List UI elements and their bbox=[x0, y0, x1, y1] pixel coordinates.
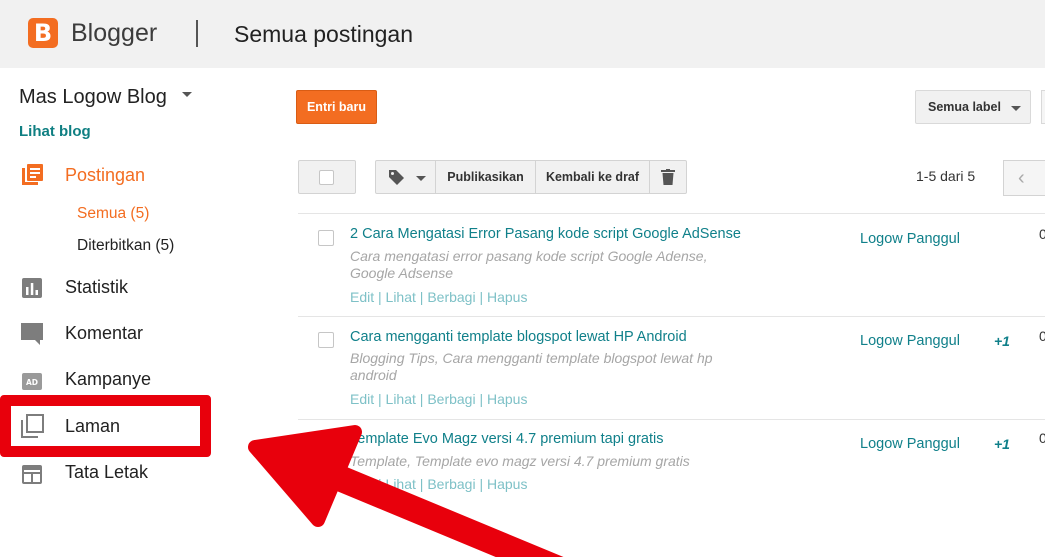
sidebar-item-tata-letak[interactable]: Tata Letak bbox=[65, 462, 148, 483]
post-author[interactable]: Logow Panggul bbox=[860, 333, 960, 349]
ad-icon: AD bbox=[22, 373, 42, 390]
post-labels[interactable]: Blogging Tips, Cara mengganti template b… bbox=[350, 350, 740, 384]
row-divider bbox=[298, 316, 1045, 317]
post-checkbox[interactable] bbox=[318, 230, 334, 246]
post-comment-count: 0 bbox=[1039, 328, 1045, 344]
sidebar-item-statistik[interactable]: Statistik bbox=[65, 277, 128, 298]
post-plus-count: +1 bbox=[994, 436, 1010, 452]
new-post-button[interactable]: Entri baru bbox=[296, 90, 377, 124]
comment-icon bbox=[21, 323, 43, 345]
post-author[interactable]: Logow Panggul bbox=[860, 231, 960, 247]
sidebar-item-kampanye[interactable]: Kampanye bbox=[65, 369, 151, 390]
pagination-text: 1-5 dari 5 bbox=[916, 168, 976, 184]
post-checkbox[interactable] bbox=[318, 435, 334, 451]
post-comment-count: 0 bbox=[1039, 226, 1045, 242]
post-author[interactable]: Logow Panggul bbox=[860, 436, 960, 452]
trash-icon bbox=[661, 169, 675, 185]
bulk-actions-group: Publikasikan Kembali ke draf bbox=[375, 160, 687, 194]
layout-icon bbox=[22, 465, 42, 484]
stats-icon bbox=[22, 278, 42, 298]
tag-icon bbox=[389, 170, 404, 185]
header-divider bbox=[196, 20, 198, 47]
post-title[interactable]: Template Evo Magz versi 4.7 premium tapi… bbox=[350, 431, 664, 447]
post-plus-count: +1 bbox=[994, 333, 1010, 349]
select-all-checkbox[interactable] bbox=[298, 160, 356, 194]
sidebar-subitem-all[interactable]: Semua (5) bbox=[77, 205, 149, 223]
label-filter-dropdown[interactable]: Semua label bbox=[915, 90, 1031, 124]
post-labels[interactable]: Cara mengatasi error pasang kode script … bbox=[350, 248, 740, 282]
revert-to-draft-button[interactable]: Kembali ke draf bbox=[536, 161, 650, 193]
svg-text:AD: AD bbox=[26, 378, 38, 387]
label-filter-text: Semua label bbox=[928, 100, 1001, 114]
top-header: B Blogger Semua postingan bbox=[0, 0, 1045, 68]
post-actions[interactable]: Edit | Lihat | Berbagi | Hapus bbox=[350, 289, 527, 305]
toolbar-edge-button[interactable] bbox=[1041, 90, 1045, 124]
sidebar-item-postingan[interactable]: Postingan bbox=[65, 165, 145, 186]
page-title: Semua postingan bbox=[234, 21, 414, 47]
posts-icon bbox=[22, 164, 43, 185]
chevron-down-icon bbox=[1011, 106, 1021, 111]
post-checkbox[interactable] bbox=[318, 332, 334, 348]
blog-selector[interactable]: Mas Logow Blog bbox=[19, 86, 193, 109]
view-blog-link[interactable]: Lihat blog bbox=[19, 123, 91, 140]
brand-name[interactable]: Blogger bbox=[71, 19, 157, 48]
checkbox-box bbox=[319, 170, 334, 185]
blog-name: Mas Logow Blog bbox=[19, 86, 167, 108]
row-divider bbox=[298, 419, 1045, 420]
blogger-dashboard: B Blogger Semua postingan Mas Logow Blog… bbox=[0, 0, 1045, 557]
chevron-down-icon bbox=[182, 92, 193, 98]
blogger-logo-icon[interactable]: B bbox=[28, 18, 58, 48]
post-comment-count: 0 bbox=[1039, 430, 1045, 446]
pagination-prev-button[interactable]: ‹ bbox=[1003, 160, 1045, 196]
post-title[interactable]: Cara mengganti template blogspot lewat H… bbox=[350, 329, 687, 345]
post-actions[interactable]: Edit | Lihat | Berbagi | Hapus bbox=[350, 476, 527, 492]
label-menu-button[interactable] bbox=[376, 161, 436, 193]
delete-button[interactable] bbox=[650, 161, 686, 193]
sidebar-subitem-published[interactable]: Diterbitkan (5) bbox=[77, 237, 174, 255]
row-divider bbox=[298, 213, 1045, 214]
post-title[interactable]: 2 Cara Mengatasi Error Pasang kode scrip… bbox=[350, 226, 741, 242]
post-labels[interactable]: Template, Template evo magz versi 4.7 pr… bbox=[350, 453, 740, 470]
sidebar-item-komentar[interactable]: Komentar bbox=[65, 323, 143, 344]
annotation-highlight-box bbox=[0, 395, 211, 457]
chevron-down-icon bbox=[416, 176, 426, 181]
publish-button[interactable]: Publikasikan bbox=[436, 161, 536, 193]
post-actions[interactable]: Edit | Lihat | Berbagi | Hapus bbox=[350, 391, 527, 407]
